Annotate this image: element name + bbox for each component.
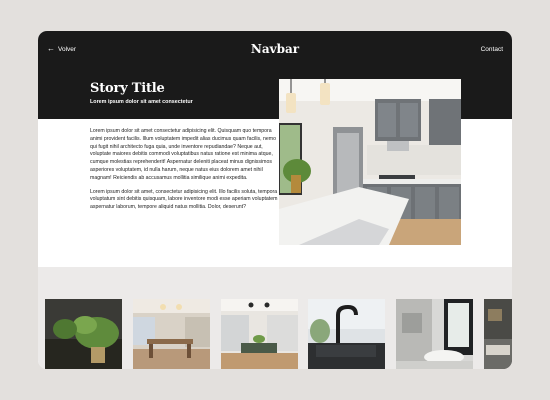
page-card: ← Volver Navbar Contact Story Title Lore… (38, 31, 512, 369)
story-title: Story Title (90, 81, 165, 96)
gallery-thumb-plant[interactable] (45, 299, 122, 369)
story-paragraph: Lorem ipsum dolor sit amet consectetur a… (90, 128, 276, 181)
gallery-thumb-open-kitchen[interactable] (221, 299, 298, 369)
gallery-thumb-sink[interactable] (308, 299, 385, 369)
story-subtitle: Lorem ipsum dolor sit amet consectetur (90, 99, 193, 105)
story-body: Lorem ipsum dolor sit amet consectetur a… (90, 128, 278, 212)
navbar: ← Volver Navbar Contact (38, 31, 512, 71)
hero-kitchen-photo (279, 79, 461, 245)
gallery-thumb-dining[interactable] (133, 299, 210, 369)
navbar-brand[interactable]: Navbar (38, 42, 512, 56)
gallery-thumb-living[interactable] (484, 299, 512, 369)
story-paragraph: Lorem ipsum dolor sit amet, consectetur … (90, 188, 278, 211)
gallery-thumb-bathroom[interactable] (396, 299, 473, 369)
contact-link[interactable]: Contact (481, 46, 503, 53)
